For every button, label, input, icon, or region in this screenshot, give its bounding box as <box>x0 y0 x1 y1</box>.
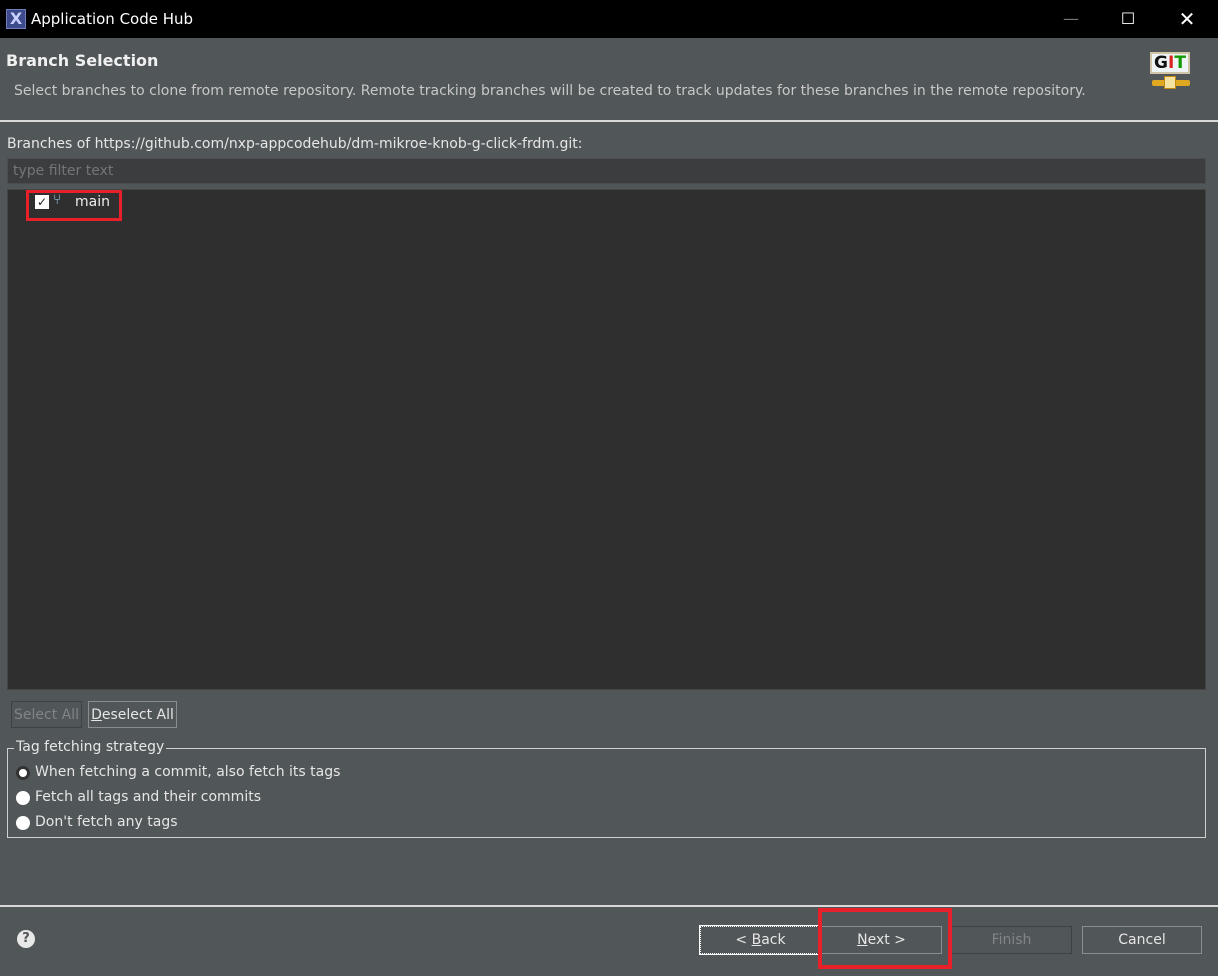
radio-label[interactable]: When fetching a commit, also fetch its t… <box>35 764 340 780</box>
radio-no-tags[interactable] <box>16 816 30 830</box>
page-description: Select branches to clone from remote rep… <box>14 83 1086 99</box>
back-button[interactable]: < Back <box>699 925 822 955</box>
help-icon[interactable]: ? <box>17 930 35 948</box>
footer-separator <box>0 905 1218 907</box>
radio-label[interactable]: Don't fetch any tags <box>35 814 178 830</box>
back-label: ack <box>761 932 786 948</box>
finish-button[interactable]: Finish <box>951 926 1072 954</box>
wizard-header <box>0 38 1218 120</box>
git-logo-icon: GIT <box>1150 52 1190 74</box>
git-flange-icon <box>1164 76 1176 89</box>
deselect-mnemonic: D <box>91 706 102 723</box>
branch-tree[interactable] <box>7 189 1206 690</box>
branches-label: Branches of https://github.com/nxp-appco… <box>7 136 583 152</box>
deselect-all-button[interactable]: Deselect All <box>88 701 177 728</box>
select-all-button[interactable]: Select All <box>11 701 82 728</box>
filter-input[interactable] <box>7 158 1206 184</box>
back-mnemonic: B <box>751 932 762 948</box>
highlight-box-next <box>818 908 952 969</box>
maximize-icon[interactable]: ☐ <box>1100 0 1156 38</box>
app-icon: X <box>6 9 26 29</box>
minimize-icon[interactable]: — <box>1043 0 1099 38</box>
radio-fetch-all-tags[interactable] <box>16 791 30 805</box>
highlight-box-branch <box>26 190 122 221</box>
window-title: Application Code Hub <box>31 10 194 28</box>
close-icon[interactable]: ✕ <box>1159 0 1215 38</box>
tag-strategy-legend: Tag fetching strategy <box>14 739 167 755</box>
back-prefix: < <box>735 932 752 948</box>
cancel-button[interactable]: Cancel <box>1082 926 1202 954</box>
radio-label[interactable]: Fetch all tags and their commits <box>35 789 261 805</box>
header-separator <box>0 120 1218 122</box>
radio-fetch-commit-tags[interactable] <box>16 766 30 780</box>
page-title: Branch Selection <box>6 51 159 70</box>
deselect-label: eselect All <box>101 706 174 723</box>
